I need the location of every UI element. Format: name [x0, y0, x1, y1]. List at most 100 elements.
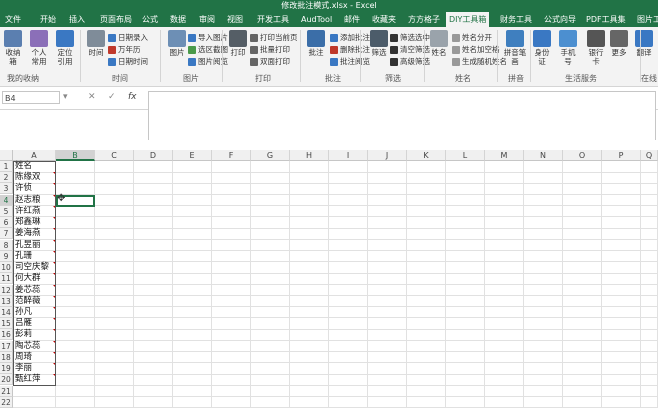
name-list-border [13, 161, 56, 386]
small-button-9[interactable]: 添加批注 [330, 32, 370, 43]
column-header[interactable]: Q [641, 150, 658, 161]
big-button-10[interactable]: 身份证 [531, 30, 553, 66]
tab-16[interactable]: PDF工具集 [583, 12, 629, 27]
big-button-icon [30, 30, 48, 47]
row-header[interactable]: 6 [0, 217, 13, 229]
big-button-4[interactable]: 图片 [166, 30, 188, 57]
tab-14[interactable]: 财务工具 [497, 12, 535, 27]
small-button-11[interactable]: 批注阅览 [330, 56, 370, 67]
column-header[interactable]: C [95, 150, 134, 161]
tab-1[interactable]: 开始 [37, 12, 59, 27]
worksheet-grid[interactable] [0, 149, 658, 408]
column-header[interactable]: H [290, 150, 329, 161]
enter-icon[interactable]: ✓ [108, 92, 116, 102]
big-button-label: 批注 [308, 48, 324, 57]
column-header[interactable]: N [524, 150, 563, 161]
row-header[interactable]: 13 [0, 295, 13, 307]
big-button-3[interactable]: 时间 [85, 30, 107, 57]
row-header[interactable]: 14 [0, 306, 13, 318]
row-header[interactable]: 20 [0, 374, 13, 386]
big-button-label: 时间 [88, 48, 104, 57]
small-button-6[interactable]: 打印当前页 [250, 32, 298, 43]
column-header[interactable]: P [602, 150, 641, 161]
tab-12[interactable]: 方方格子 [405, 12, 443, 27]
tab-11[interactable]: 收藏夹 [369, 12, 399, 27]
big-button-11[interactable]: 手机号 [557, 30, 579, 66]
small-button-16[interactable]: 姓名加空格 [452, 44, 500, 55]
row-header[interactable]: 19 [0, 363, 13, 375]
tab-8[interactable]: 开发工具 [254, 12, 292, 27]
row-header[interactable]: 5 [0, 205, 13, 217]
big-button-13[interactable]: 更多 [608, 30, 630, 57]
tab-4[interactable]: 公式 [139, 12, 161, 27]
select-all-corner[interactable] [0, 150, 13, 161]
tab-9[interactable]: AudTool [298, 12, 335, 27]
column-header[interactable]: L [446, 150, 485, 161]
small-button-7[interactable]: 批量打印 [250, 44, 290, 55]
row-header[interactable]: 17 [0, 340, 13, 352]
column-header[interactable]: G [251, 150, 290, 161]
grid-row-line [13, 205, 658, 207]
big-button-6[interactable]: 批注 [305, 30, 327, 57]
big-button-1[interactable]: 个人常用 [28, 30, 50, 66]
tab-2[interactable]: 插入 [66, 12, 88, 27]
row-header[interactable]: 9 [0, 250, 13, 262]
column-header[interactable]: D [134, 150, 173, 161]
big-button-7[interactable]: 筛选 [368, 30, 390, 57]
column-header[interactable]: A [13, 150, 56, 161]
big-button-14[interactable]: 翻译 [633, 30, 655, 57]
group-label-1: 时间 [112, 74, 128, 83]
row-header[interactable]: 21 [0, 385, 13, 397]
column-header[interactable]: E [173, 150, 212, 161]
small-button-15[interactable]: 姓名分开 [452, 32, 492, 43]
column-header[interactable]: B [56, 150, 95, 161]
cancel-icon[interactable]: ✕ [88, 92, 96, 102]
tab-10[interactable]: 邮件 [341, 12, 363, 27]
small-button-10[interactable]: 删除批注 [330, 44, 370, 55]
row-header[interactable]: 12 [0, 284, 13, 296]
column-header[interactable]: F [212, 150, 251, 161]
namebox-dropdown-icon[interactable]: ▾ [63, 92, 68, 102]
big-button-0[interactable]: 收纳箱 [2, 30, 24, 66]
big-button-2[interactable]: 定位引用 [54, 30, 76, 66]
small-button-label: 姓名分开 [462, 33, 492, 42]
tab-3[interactable]: 页面布局 [97, 12, 135, 27]
tab-6[interactable]: 审阅 [196, 12, 218, 27]
column-header[interactable]: O [563, 150, 602, 161]
column-header[interactable]: J [368, 150, 407, 161]
function-icon[interactable]: fx [128, 92, 137, 102]
row-header[interactable]: 16 [0, 329, 13, 341]
tab-17[interactable]: 图片工 [634, 12, 658, 27]
tab-7[interactable]: 视图 [224, 12, 246, 27]
formula-input[interactable] [148, 91, 656, 140]
row-header[interactable]: 18 [0, 351, 13, 363]
tab-15[interactable]: 公式向导 [541, 12, 579, 27]
small-button-1[interactable]: 万年历 [108, 44, 141, 55]
small-button-8[interactable]: 双面打印 [250, 56, 290, 67]
column-header[interactable]: I [329, 150, 368, 161]
column-header[interactable]: M [485, 150, 524, 161]
name-box[interactable]: B4 [2, 91, 60, 104]
row-header[interactable]: 4 [0, 194, 13, 206]
big-button-icon [229, 30, 247, 47]
row-header[interactable]: 15 [0, 318, 13, 330]
row-header[interactable]: 3 [0, 183, 13, 195]
big-button-12[interactable]: 银行卡 [585, 30, 607, 66]
column-header[interactable]: K [407, 150, 446, 161]
row-header[interactable]: 8 [0, 239, 13, 251]
row-header[interactable]: 7 [0, 228, 13, 240]
small-button-17[interactable]: 生成随机姓名 [452, 56, 507, 67]
row-header[interactable]: 22 [0, 396, 13, 408]
tab-0[interactable]: 文件 [2, 12, 24, 27]
row-header[interactable]: 1 [0, 161, 13, 172]
row-header[interactable]: 2 [0, 172, 13, 184]
tab-5[interactable]: 数据 [167, 12, 189, 27]
small-button-0[interactable]: 日期录入 [108, 32, 148, 43]
tab-13[interactable]: DIY工具箱 [446, 12, 490, 27]
row-header[interactable]: 11 [0, 273, 13, 285]
small-button-2[interactable]: 日期时间 [108, 56, 148, 67]
grid-row-line [13, 373, 658, 375]
big-button-5[interactable]: 打印 [227, 30, 249, 57]
row-header[interactable]: 10 [0, 262, 13, 274]
big-button-8[interactable]: 姓名 [428, 30, 450, 57]
